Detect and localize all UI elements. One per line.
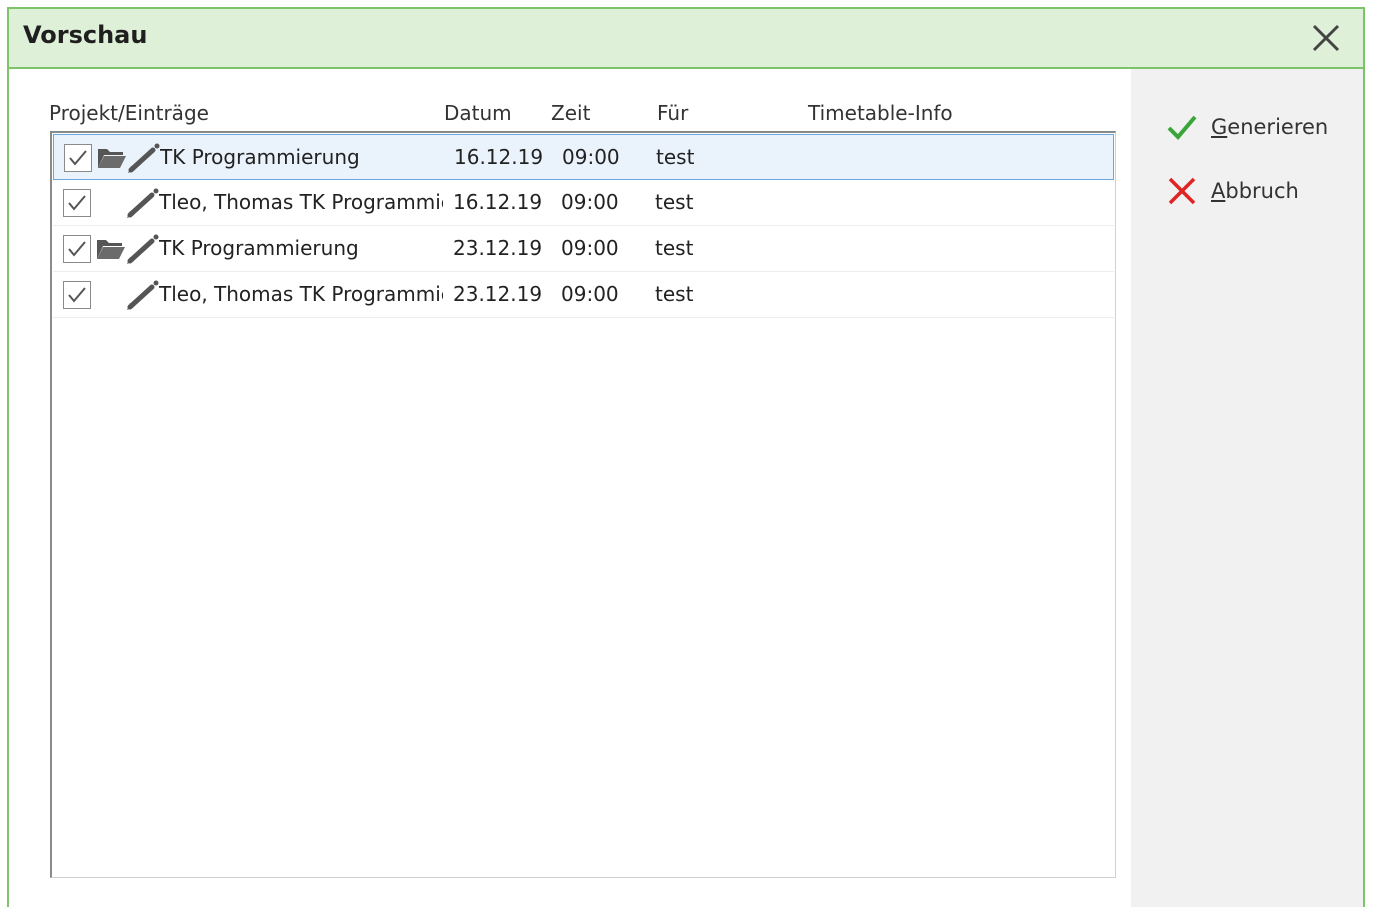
action-sidebar: Generieren Abbruch xyxy=(1131,69,1363,907)
column-header-date[interactable]: Datum xyxy=(444,101,512,125)
entries-list[interactable]: TK Programmierung 16.12.19 09:00 test Tleo, … xyxy=(50,131,1116,878)
entry-for: test xyxy=(656,145,695,169)
entry-name: Tleo, Thomas TK Programmierung xyxy=(159,190,443,214)
close-icon[interactable] xyxy=(1311,23,1341,53)
check-icon xyxy=(68,287,86,303)
column-header-for[interactable]: Für xyxy=(657,101,688,125)
entry-name: Tleo, Thomas TK Programmierung xyxy=(159,282,443,306)
pencil-icon xyxy=(127,280,159,310)
generate-label: Generieren xyxy=(1211,115,1329,139)
entry-for: test xyxy=(655,282,694,306)
column-header-info[interactable]: Timetable-Info xyxy=(808,101,953,125)
folder-icon xyxy=(98,149,126,168)
list-item[interactable]: Tleo, Thomas TK Programmierung 23.12.19 09… xyxy=(53,272,1114,318)
preview-dialog: Vorschau Projekt/Einträge Datum Zeit Für… xyxy=(7,7,1365,907)
entry-date: 16.12.19 xyxy=(453,190,543,214)
entry-name: TK Programmierung xyxy=(160,145,360,169)
checkmark-icon xyxy=(1167,115,1197,140)
cancel-button[interactable]: Abbruch xyxy=(1167,173,1299,209)
dialog-body: Projekt/Einträge Datum Zeit Für Timetabl… xyxy=(9,69,1363,907)
folder-icon xyxy=(97,240,125,259)
check-icon xyxy=(68,195,86,211)
pencil-icon xyxy=(127,234,159,264)
column-header-project[interactable]: Projekt/Einträge xyxy=(49,101,209,125)
check-icon xyxy=(69,150,87,166)
cancel-label: Abbruch xyxy=(1211,179,1299,203)
entry-time: 09:00 xyxy=(561,190,619,214)
row-checkbox[interactable] xyxy=(64,144,92,172)
check-icon xyxy=(68,241,86,257)
title-bar: Vorschau xyxy=(9,9,1363,69)
entry-name: TK Programmierung xyxy=(159,236,359,260)
entry-time: 09:00 xyxy=(562,145,620,169)
pencil-icon xyxy=(128,143,160,173)
pencil-icon xyxy=(127,188,159,218)
generate-button[interactable]: Generieren xyxy=(1167,109,1328,145)
x-icon xyxy=(1168,177,1196,205)
entry-date: 16.12.19 xyxy=(454,145,544,169)
entry-date: 23.12.19 xyxy=(453,282,543,306)
list-item[interactable]: Tleo, Thomas TK Programmierung 16.12.19 09… xyxy=(53,180,1114,226)
entry-for: test xyxy=(655,236,694,260)
list-item[interactable]: TK Programmierung 16.12.19 09:00 test xyxy=(53,134,1114,180)
row-checkbox[interactable] xyxy=(63,235,91,263)
row-checkbox[interactable] xyxy=(63,189,91,217)
list-item[interactable]: TK Programmierung 23.12.19 09:00 test xyxy=(53,226,1114,272)
column-header-time[interactable]: Zeit xyxy=(551,101,590,125)
entry-time: 09:00 xyxy=(561,282,619,306)
entry-for: test xyxy=(655,190,694,214)
entry-time: 09:00 xyxy=(561,236,619,260)
row-checkbox[interactable] xyxy=(63,281,91,309)
entry-date: 23.12.19 xyxy=(453,236,543,260)
dialog-title: Vorschau xyxy=(23,21,148,49)
